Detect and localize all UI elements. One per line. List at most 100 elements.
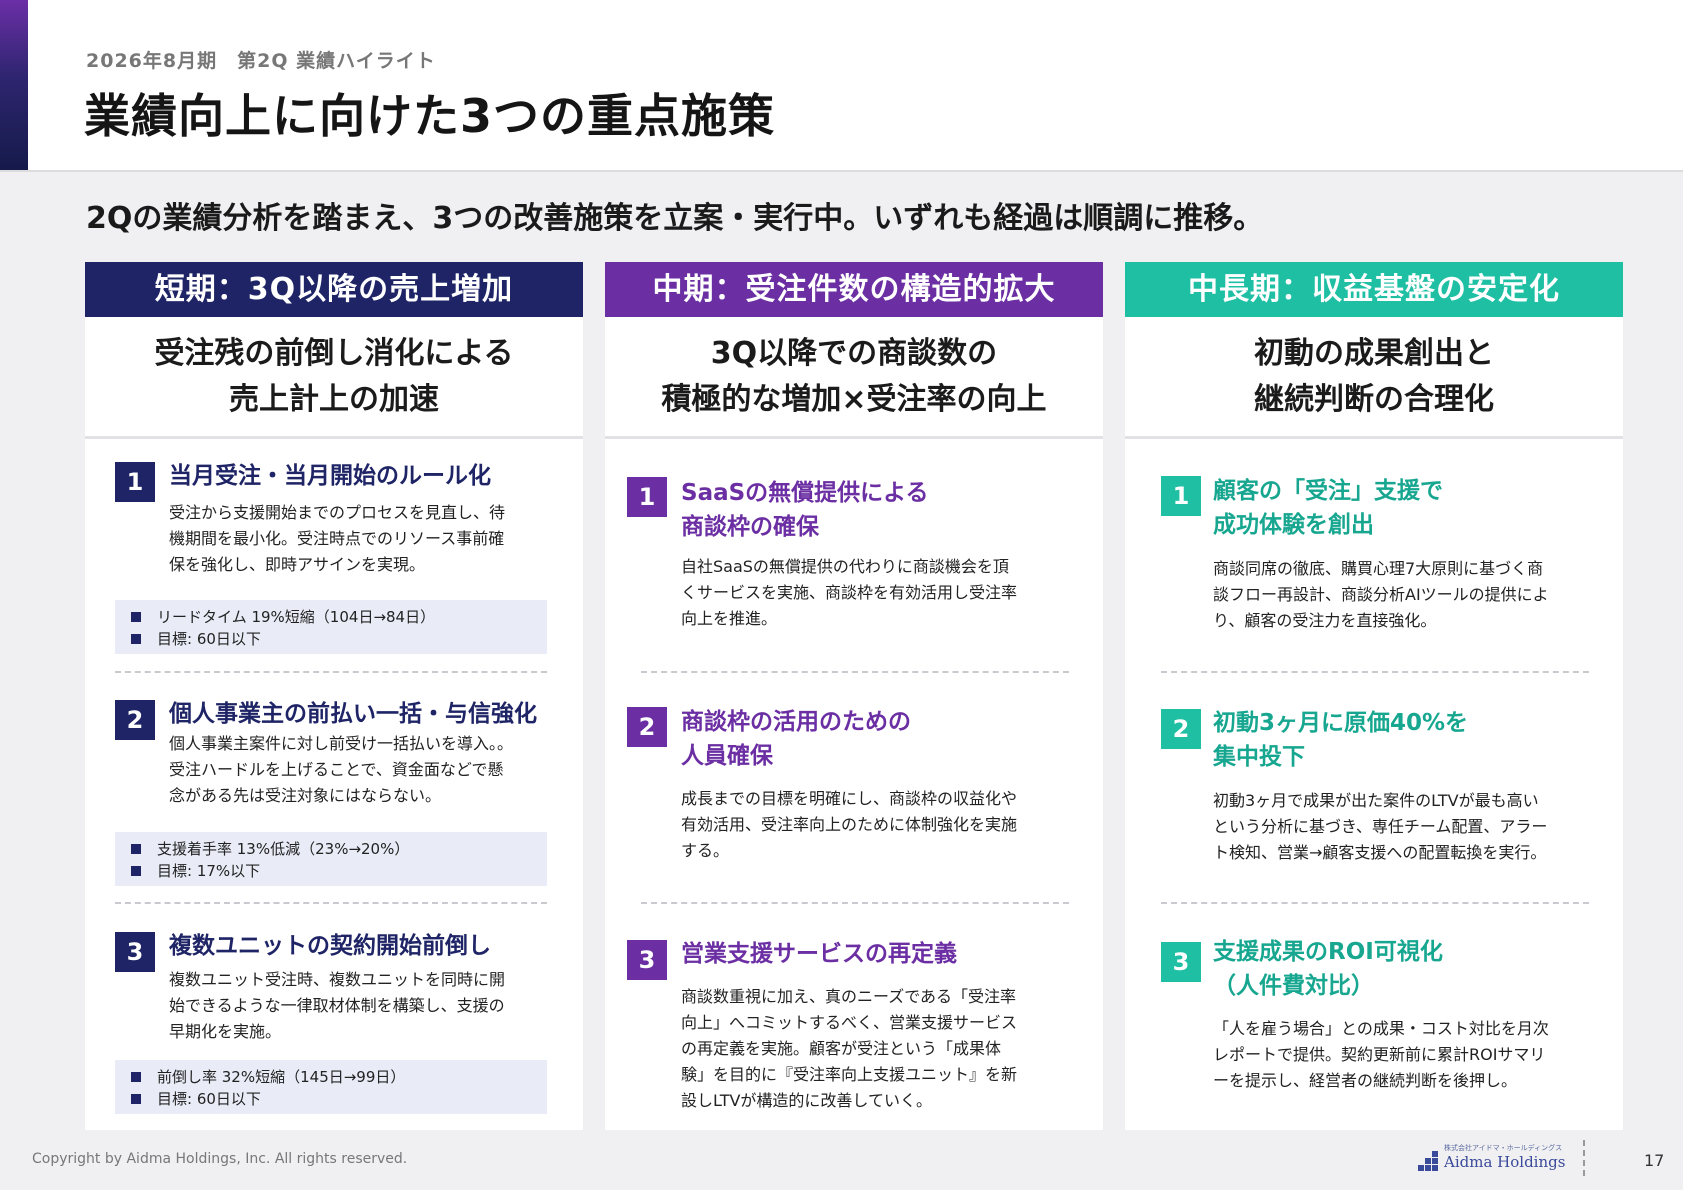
- column-header: 中期：受注件数の構造的拡大: [605, 262, 1103, 317]
- title-line: 人員確保: [681, 743, 773, 769]
- item-number-badge: 2: [1161, 709, 1201, 749]
- subheading-line: 積極的な増加×受注率の向上: [661, 381, 1047, 417]
- item-number-badge: 2: [115, 700, 155, 740]
- page-number: 17: [1644, 1151, 1665, 1170]
- item-number-badge: 2: [627, 707, 667, 747]
- body-line: 向上」へコミットするべく、営業支援サービス: [681, 1013, 1018, 1032]
- body-line: 保を強化し、即時アサインを実現。: [169, 555, 426, 574]
- kpi-line: 目標: 60日以下: [131, 628, 547, 650]
- page-title: 業績向上に向けた3つの重点施策: [84, 89, 776, 143]
- kpi-box: 支援着手率 13%低減（23%→20%） 目標: 17%以下: [115, 832, 547, 886]
- item-title: 営業支援サービスの再定義: [681, 941, 957, 967]
- body-line: 成長までの目標を明確にし、商談枠の収益化や: [681, 789, 1018, 808]
- body-line: 念がある先は受注対象にはならない。: [169, 786, 442, 805]
- body-line: 始できるような一律取材体制を構築し、支援の: [169, 996, 505, 1015]
- column-mid-term: 中期：受注件数の構造的拡大 3Q以降での商談数の 積極的な増加×受注率の向上 1…: [605, 262, 1103, 1130]
- lead-text: 2Qの業績分析を踏まえ、3つの改善施策を立案・実行中。いずれも経過は順調に推移。: [86, 201, 1264, 236]
- item-body: 自社SaaSの無償提供の代わりに商談機会を頂 くサービスを実施、商談枠を有効活用…: [681, 554, 1017, 632]
- dashed-divider: [115, 902, 547, 904]
- body-line: 個人事業主案件に対し前受け一括払いを導入。。: [169, 734, 514, 753]
- body-line: り、顧客の受注力を直接強化。: [1213, 611, 1437, 630]
- title-line: 商談枠の確保: [681, 514, 819, 540]
- accent-bar: [0, 0, 28, 170]
- item-body: 商談数重視に加え、真のニーズである「受注率 向上」へコミットするべく、営業支援サ…: [681, 984, 1017, 1114]
- subheading-line: 受注残の前倒し消化による: [154, 335, 514, 371]
- column-short-term: 短期：3Q以降の売上増加 受注残の前倒し消化による 売上計上の加速 1 当月受注…: [85, 262, 583, 1130]
- item-body: 初動3ヶ月で成果が出た案件のLTVが最も高い という分析に基づき、専任チーム配置…: [1213, 788, 1547, 866]
- item-body: 複数ユニット受注時、複数ユニットを同時に開 始できるような一律取材体制を構築し、…: [169, 967, 505, 1045]
- subheading-line: 初動の成果創出と: [1254, 335, 1494, 371]
- title-line: 商談枠の活用のための: [681, 709, 911, 735]
- header: 2026年8月期 第2Q 業績ハイライト 業績向上に向けた3つの重点施策: [0, 0, 1683, 172]
- item-title: 個人事業主の前払い一括・与信強化: [169, 701, 537, 727]
- item-title: 複数ユニットの契約開始前倒し: [169, 933, 491, 959]
- column-long-term: 中長期：収益基盤の安定化 初動の成果創出と 継続判断の合理化 1 顧客の「受注」…: [1125, 262, 1623, 1130]
- body-line: ーを提示し、経営者の継続判断を後押し。: [1213, 1071, 1518, 1090]
- body-line: 験」を目的に『受注率向上支援ユニット』を新: [681, 1065, 1018, 1084]
- subheading-line: 継続判断の合理化: [1254, 381, 1494, 417]
- item-number-badge: 1: [627, 477, 667, 517]
- title-line: 顧客の「受注」支援で: [1213, 478, 1443, 504]
- item-title: 支援成果のROI可視化 （人件費対比）: [1213, 935, 1443, 1003]
- column-subheading: 受注残の前倒し消化による 売上計上の加速: [85, 317, 583, 439]
- footer-separator: [1583, 1140, 1585, 1176]
- body-line: 機期間を最小化。受注時点でのリソース事前確: [169, 529, 505, 548]
- kpi-line: リードタイム 19%短縮（104日→84日）: [131, 606, 547, 628]
- body-line: レポートで提供。契約更新前に累計ROIサマリ: [1213, 1045, 1546, 1064]
- kpi-line: 目標: 60日以下: [131, 1088, 547, 1110]
- item-title: 当月受注・当月開始のルール化: [169, 463, 491, 489]
- body-line: 早期化を実施。: [169, 1022, 282, 1041]
- title-line: 集中投下: [1213, 744, 1305, 770]
- column-header: 短期：3Q以降の売上増加: [85, 262, 583, 317]
- body-line: する。: [681, 841, 730, 860]
- item-body: 個人事業主案件に対し前受け一括払いを導入。。 受注ハードルを上げることで、資金面…: [169, 731, 513, 809]
- body-line: 「人を雇う場合」との成果・コスト対比を月次: [1213, 1019, 1549, 1038]
- body-line: ト検知、営業→顧客支援への配置転換を実行。: [1213, 843, 1547, 862]
- body-line: くサービスを実施、商談枠を有効活用し受注率: [681, 583, 1018, 602]
- subheading-line: 売上計上の加速: [229, 381, 439, 417]
- title-line: 初動3ヶ月に原価40%を: [1213, 710, 1469, 736]
- logo-text: Aidma Holdings: [1444, 1153, 1566, 1171]
- copyright-text: Copyright by Aidma Holdings, Inc. All ri…: [32, 1151, 408, 1167]
- dashed-divider: [1161, 671, 1589, 673]
- item-body: 商談同席の徹底、購買心理7大原則に基づく商 談フロー再設計、商談分析AIツールの…: [1213, 556, 1549, 634]
- column-subheading: 初動の成果創出と 継続判断の合理化: [1125, 317, 1623, 439]
- item-body: 成長までの目標を明確にし、商談枠の収益化や 有効活用、受注率向上のために体制強化…: [681, 786, 1017, 864]
- company-logo: 株式会社アイドマ・ホールディングス Aidma Holdings: [1418, 1143, 1565, 1173]
- subheading-line: 3Q以降での商談数の: [710, 335, 998, 371]
- title-line: SaaSの無償提供による: [681, 480, 929, 506]
- item-number-badge: 1: [1161, 476, 1201, 516]
- item-number-badge: 3: [1161, 942, 1201, 982]
- body-line: 商談数重視に加え、真のニーズである「受注率: [681, 987, 1017, 1006]
- item-body: 「人を雇う場合」との成果・コスト対比を月次 レポートで提供。契約更新前に累計RO…: [1213, 1016, 1549, 1094]
- item-body: 受注から支援開始までのプロセスを見直し、待 機期間を最小化。受注時点でのリソース…: [169, 500, 505, 578]
- title-line: 支援成果のROI可視化: [1213, 939, 1443, 965]
- body-line: 設しLTVが構造的に改善していく。: [681, 1091, 932, 1110]
- kpi-line: 前倒し率 32%短縮（145日→99日）: [131, 1066, 547, 1088]
- page-subtitle: 2026年8月期 第2Q 業績ハイライト: [86, 50, 436, 72]
- title-line: 成功体験を創出: [1213, 512, 1374, 538]
- kpi-line: 目標: 17%以下: [131, 860, 547, 882]
- kpi-box: リードタイム 19%短縮（104日→84日） 目標: 60日以下: [115, 600, 547, 654]
- item-number-badge: 3: [115, 932, 155, 972]
- body-line: 談フロー再設計、商談分析AIツールの提供によ: [1213, 585, 1549, 604]
- column-header: 中長期：収益基盤の安定化: [1125, 262, 1623, 317]
- column-subheading: 3Q以降での商談数の 積極的な増加×受注率の向上: [605, 317, 1103, 439]
- item-number-badge: 3: [627, 940, 667, 980]
- body-line: 商談同席の徹底、購買心理7大原則に基づく商: [1213, 559, 1544, 578]
- body-line: 受注から支援開始までのプロセスを見直し、待: [169, 503, 506, 522]
- kpi-box: 前倒し率 32%短縮（145日→99日） 目標: 60日以下: [115, 1060, 547, 1114]
- logo-small-text: 株式会社アイドマ・ホールディングス: [1444, 1144, 1563, 1152]
- dashed-divider: [115, 671, 547, 673]
- body-line: 自社SaaSの無償提供の代わりに商談機会を頂: [681, 557, 1009, 576]
- item-title: 初動3ヶ月に原価40%を 集中投下: [1213, 706, 1468, 774]
- item-number-badge: 1: [115, 462, 155, 502]
- body-line: 複数ユニット受注時、複数ユニットを同時に開: [169, 970, 506, 989]
- body-line: 向上を推進。: [681, 609, 778, 628]
- body-line: 有効活用、受注率向上のために体制強化を実施: [681, 815, 1018, 834]
- body-line: という分析に基づき、専任チーム配置、アラー: [1213, 817, 1548, 836]
- kpi-line: 支援着手率 13%低減（23%→20%）: [131, 838, 547, 860]
- dashed-divider: [641, 902, 1069, 904]
- body-line: 受注ハードルを上げることで、資金面などで懸: [169, 760, 504, 779]
- dashed-divider: [641, 671, 1069, 673]
